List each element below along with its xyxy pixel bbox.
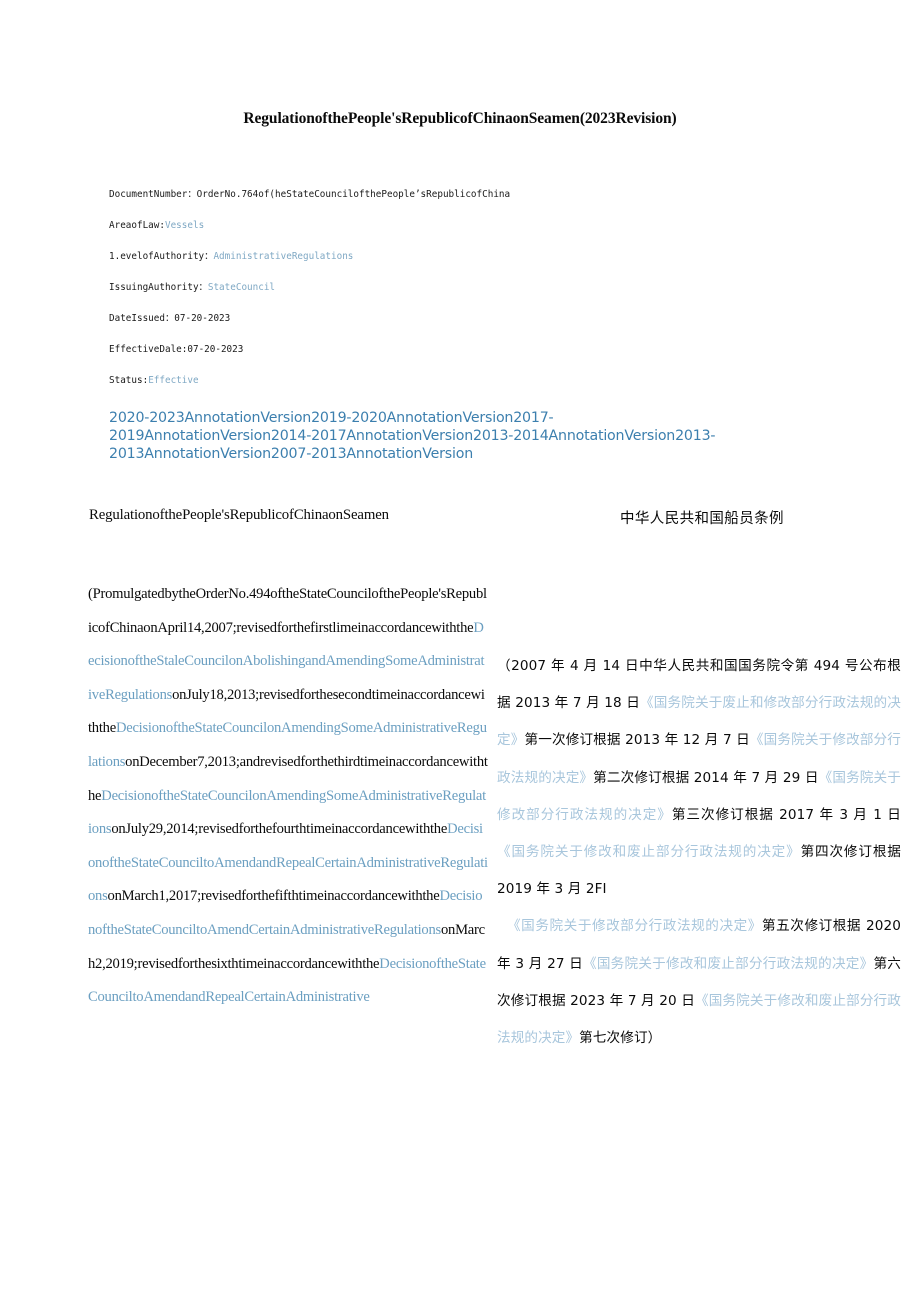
body-column-english: (PromulgatedbytheOrderNo.494oftheStateCo…: [88, 578, 488, 1015]
metadata-row-document-number: DocumentNumber：OrderNo.764of(heStateCoun…: [109, 190, 729, 221]
metadata-label: 1.evelofAuthority：: [109, 251, 214, 262]
metadata-value-link[interactable]: AdministrativeRegulations: [213, 251, 353, 262]
metadata-row-area-of-law: AreaofLaw:Vessels: [109, 221, 729, 252]
body-text-run: onMarch1,2017;revisedforthefifthtimeinac…: [107, 888, 440, 905]
citation-link-english[interactable]: CounciltoAmendandRepealCertainAdministra…: [88, 989, 370, 1005]
section-title-english: RegulationofthePeople'sRepublicofChinaon…: [89, 507, 389, 523]
metadata-label: AreaofLaw:: [109, 220, 165, 231]
citation-link-chinese[interactable]: 《国务院关于修改和废止部分行政法规的决定》: [583, 956, 873, 972]
metadata-value: 07-20-2023: [174, 313, 231, 324]
body-text-run: 第七次修订）: [579, 1030, 662, 1047]
metadata-value: OrderNo.764of(heStateCouncilofthePeople’…: [196, 189, 511, 200]
citation-link-chinese[interactable]: 《国务院关于修改部分行政法规的决定》: [507, 918, 762, 934]
chinese-paragraph-2: 《国务院关于修改部分行政法规的决定》第五次修订根据 2020 年 3 月 27 …: [497, 908, 901, 1057]
document-page: RegulationofthePeople'sRepublicofChinaon…: [0, 0, 920, 1301]
body-column-chinese: （2007 年 4 月 14 日中华人民共和国国务院令第 494 号公布根据 2…: [497, 648, 901, 1057]
citation-link-english[interactable]: DecisionoftheState: [379, 956, 486, 972]
metadata-label: DocumentNumber：: [109, 189, 197, 200]
body-text-run: 第三次修订根据 2017 年 3 月 1 日: [671, 806, 901, 823]
metadata-value-link[interactable]: Vessels: [165, 220, 204, 231]
metadata-label: Status:: [109, 375, 149, 386]
annotation-version-link[interactable]: 2013-2014AnnotationVersion: [473, 428, 675, 444]
metadata-row-status: Status:Effective: [109, 376, 729, 407]
annotation-version-list: 2020-2023AnnotationVersion2019-2020Annot…: [109, 409, 717, 464]
metadata-row-issuing-authority: IssuingAuthority：StateCouncil: [109, 283, 729, 314]
body-text-run: 第一次修订根据 2013 年 12 月 7 日: [524, 732, 750, 749]
metadata-label: DateIssued：: [109, 313, 175, 324]
metadata-value-link[interactable]: StateCouncil: [208, 282, 275, 293]
metadata-label: IssuingAuthority：: [109, 282, 208, 293]
citation-link-chinese[interactable]: 《国务院关于修改和废止部分行政法规的决定》: [497, 844, 801, 860]
annotation-version-link[interactable]: 2014-2017AnnotationVersion: [271, 428, 473, 444]
metadata-row-effective-date: EffectiveDale:07-20-2023: [109, 345, 729, 376]
metadata-value: 07-20-2023: [187, 344, 244, 355]
page-title: RegulationofthePeople'sRepublicofChinaon…: [243, 110, 677, 127]
section-title-chinese: 中华人民共和国船员条例: [620, 511, 784, 527]
metadata-row-date-issued: DateIssued：07-20-2023: [109, 314, 729, 345]
metadata-row-level-of-authority: 1.evelofAuthority：AdministrativeRegulati…: [109, 252, 729, 283]
section-title-row: RegulationofthePeople'sRepublicofChinaon…: [0, 507, 920, 537]
body-text-run: 第二次修订根据 2014 年 7 月 29 日: [593, 769, 819, 786]
chinese-paragraph-1: （2007 年 4 月 14 日中华人民共和国国务院令第 494 号公布根据 2…: [497, 658, 901, 897]
document-metadata: DocumentNumber：OrderNo.764of(heStateCoun…: [109, 190, 729, 407]
body-text-run: onJuly29,2014;revisedforthefourthtimeina…: [111, 821, 448, 838]
metadata-value-link[interactable]: Effective: [148, 375, 198, 386]
annotation-version-link[interactable]: 2019-2020AnnotationVersion: [311, 410, 513, 426]
metadata-label: EffectiveDale:: [109, 344, 188, 355]
annotation-version-link[interactable]: 2007-2013AnnotationVersion: [271, 446, 473, 462]
body-text-run: (PromulgatedbytheOrderNo.494oftheStateCo…: [88, 586, 487, 636]
annotation-version-link[interactable]: 2020-2023AnnotationVersion: [109, 410, 311, 426]
